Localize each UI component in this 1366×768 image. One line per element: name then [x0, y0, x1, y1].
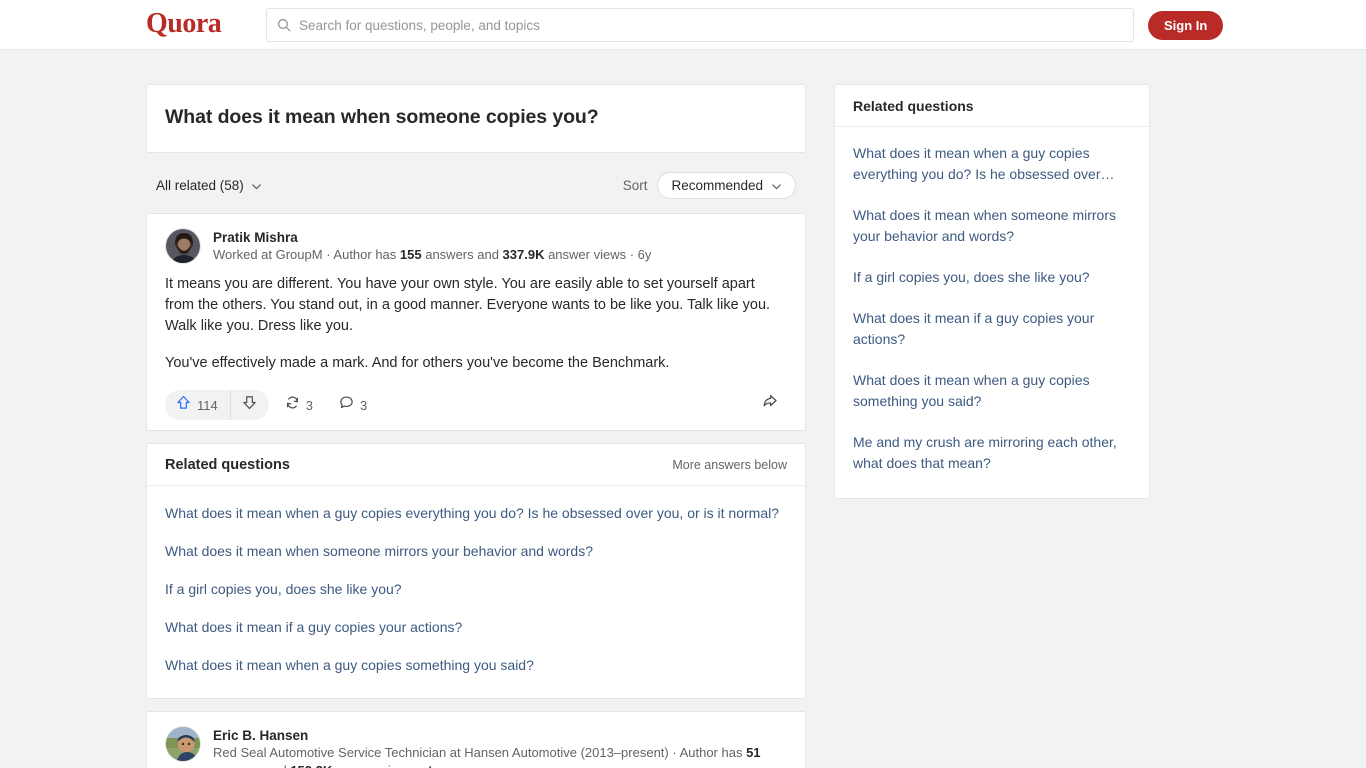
related-question-link[interactable]: What does it mean when someone mirrors y…: [165, 532, 787, 570]
answers-count: 155: [399, 247, 422, 262]
sidebar-question-link[interactable]: What does it mean if a guy copies your a…: [853, 298, 1131, 360]
answer-card: Eric B. Hansen Red Seal Automotive Servi…: [146, 711, 806, 768]
sort-dropdown[interactable]: Recommended: [657, 171, 796, 199]
sort-value: Recommended: [671, 177, 763, 193]
share-icon: [762, 393, 778, 414]
upvote-icon: [176, 395, 191, 415]
vote-pill: 114: [165, 390, 269, 420]
credential-mid: answers and: [213, 763, 290, 768]
sort-label: Sort: [622, 177, 648, 193]
related-questions-list: What does it mean when a guy copies ever…: [147, 486, 805, 698]
all-related-dropdown[interactable]: All related (58): [156, 178, 262, 193]
sidebar-question-link[interactable]: What does it mean when a guy copies some…: [853, 360, 1131, 422]
sidebar-question-link[interactable]: What does it mean when a guy copies ever…: [853, 133, 1131, 195]
sidebar-question-link[interactable]: Me and my crush are mirroring each other…: [853, 422, 1131, 484]
author-credential: Red Seal Automotive Service Technician a…: [213, 744, 787, 768]
all-related-label: All related (58): [156, 177, 244, 193]
chevron-down-icon: [771, 180, 782, 191]
quora-logo[interactable]: Quora: [146, 8, 222, 40]
sidebar-related-questions-card: Related questions What does it mean when…: [834, 84, 1150, 499]
repost-count: 3: [305, 397, 313, 413]
related-questions-header: Related questions More answers below: [147, 444, 805, 486]
comment-count: 3: [359, 397, 368, 413]
related-question-link[interactable]: What does it mean when a guy copies some…: [165, 646, 787, 684]
credential-prefix: Worked at GroupM · Author has: [213, 247, 400, 262]
answer-paragraph: You've effectively made a mark. And for …: [165, 355, 670, 371]
author-name[interactable]: Eric B. Hansen: [213, 727, 787, 744]
answers-count: 51: [746, 745, 761, 760]
author-meta: Pratik Mishra Worked at GroupM · Author …: [213, 228, 651, 264]
answer-actions: 114 3 3: [165, 388, 787, 422]
answer-card: Pratik Mishra Worked at GroupM · Author …: [146, 213, 806, 431]
credential-suffix: answer views · 6y: [544, 247, 652, 262]
share-button[interactable]: [753, 388, 787, 418]
sidebar-title: Related questions: [835, 85, 1149, 127]
answer-body: It means you are different. You have you…: [165, 274, 787, 374]
more-answers-below-label[interactable]: More answers below: [672, 458, 787, 472]
views-count: 337.9K: [502, 247, 545, 262]
author-name[interactable]: Pratik Mishra: [213, 229, 651, 246]
repost-button[interactable]: 3: [275, 390, 323, 420]
question-card: What does it mean when someone copies yo…: [146, 84, 806, 153]
answer-paragraph: It means you are different. You have you…: [165, 276, 771, 334]
related-questions-card: Related questions More answers below Wha…: [146, 443, 806, 699]
sidebar-question-link[interactable]: What does it mean when someone mirrors y…: [853, 195, 1131, 257]
sign-in-button[interactable]: Sign In: [1148, 11, 1224, 40]
credential-mid: answers and: [421, 247, 503, 262]
main-column: What does it mean when someone copies yo…: [146, 84, 806, 768]
sidebar-list: What does it mean when a guy copies ever…: [835, 127, 1149, 498]
related-question-link[interactable]: If a girl copies you, does she like you?: [165, 570, 787, 608]
upvote-count: 114: [197, 397, 218, 413]
credential-prefix: Red Seal Automotive Service Technician a…: [213, 745, 747, 760]
downvote-icon: [242, 395, 257, 415]
upvote-button[interactable]: 114: [165, 390, 231, 420]
comment-icon: [339, 395, 354, 415]
search-input[interactable]: [299, 17, 1123, 33]
site-header: Quora Sign In: [0, 0, 1366, 50]
sort-controls: Sort Recommended: [622, 171, 796, 199]
avatar[interactable]: [165, 726, 201, 762]
author-credential: Worked at GroupM · Author has 155 answer…: [213, 246, 651, 264]
author-row: Eric B. Hansen Red Seal Automotive Servi…: [165, 726, 787, 768]
author-meta: Eric B. Hansen Red Seal Automotive Servi…: [213, 726, 787, 768]
filter-row: All related (58) Sort Recommended: [146, 165, 806, 205]
related-question-link[interactable]: What does it mean if a guy copies your a…: [165, 608, 787, 646]
repost-icon: [285, 395, 300, 415]
downvote-button[interactable]: [231, 390, 269, 420]
comment-button[interactable]: 3: [329, 390, 377, 420]
search-icon: [277, 18, 291, 32]
page-body: What does it mean when someone copies yo…: [0, 50, 1366, 768]
avatar[interactable]: [165, 228, 201, 264]
sidebar-question-link[interactable]: If a girl copies you, does she like you?: [853, 257, 1131, 298]
credential-suffix: answer views · 4y: [332, 763, 439, 768]
sidebar: Related questions What does it mean when…: [834, 84, 1150, 499]
related-question-link[interactable]: What does it mean when a guy copies ever…: [165, 494, 787, 532]
views-count: 152.2K: [290, 763, 332, 768]
chevron-down-icon: [251, 180, 262, 191]
search-bar[interactable]: [266, 8, 1134, 42]
author-row: Pratik Mishra Worked at GroupM · Author …: [165, 228, 787, 264]
page-title: What does it mean when someone copies yo…: [165, 106, 599, 128]
related-questions-title: Related questions: [165, 457, 290, 473]
